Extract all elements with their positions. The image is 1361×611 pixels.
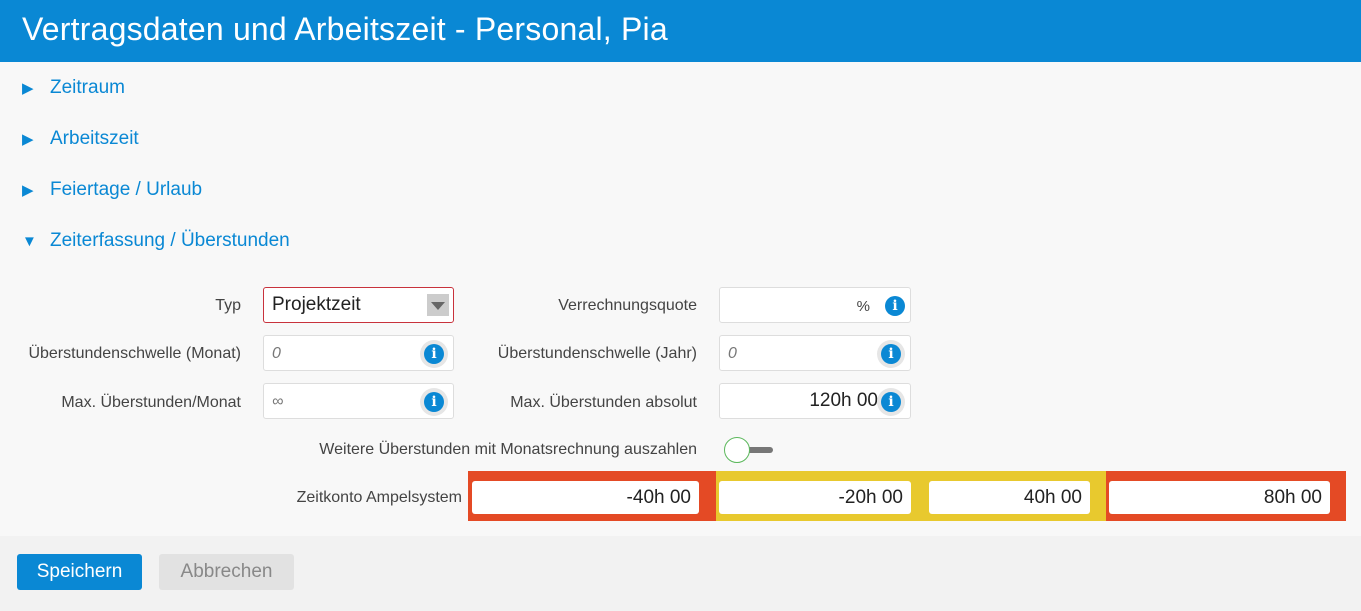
ampel-input-1[interactable] [472,481,699,514]
info-icon[interactable]: i [881,392,901,412]
verrechnungsquote-input[interactable] [720,288,910,322]
section-label: Zeitraum [50,77,125,98]
save-button[interactable]: Speichern [17,554,142,590]
typ-selected-value: Projektzeit [272,294,361,315]
section-zeiterfassung-ueberstunden[interactable]: ▼ Zeiterfassung / Überstunden [22,226,290,256]
ampel-segment-red-right [1106,471,1346,521]
percent-unit: % [856,298,870,315]
ampel-input-3[interactable] [929,481,1090,514]
schwelle-jahr-label: Überstundenschwelle (Jahr) [497,345,697,362]
ampel-input-4[interactable] [1109,481,1330,514]
page-header: Vertragsdaten und Arbeitszeit - Personal… [0,0,1361,62]
ampel-field[interactable] [719,481,911,514]
section-feiertage-urlaub[interactable]: ▶ Feiertage / Urlaub [22,175,202,205]
typ-label: Typ [215,297,241,314]
ampel-segment-yellow [716,471,1106,521]
schwelle-jahr-field[interactable]: i [719,335,911,371]
expanded-arrow-icon: ▼ [22,232,37,250]
ampel-segment-red-left [468,471,716,521]
auszahlen-toggle[interactable] [723,436,775,464]
typ-select[interactable]: Projektzeit [263,287,454,323]
section-label: Zeiterfassung / Überstunden [50,230,290,251]
collapsed-arrow-icon: ▶ [22,80,34,97]
section-label: Feiertage / Urlaub [50,179,203,200]
ampel-input-2[interactable] [719,481,911,514]
ampel-field[interactable] [472,481,699,514]
max-absolut-label: Max. Überstunden absolut [510,394,697,411]
section-zeitraum[interactable]: ▶ Zeitraum [22,73,125,103]
ampel-field[interactable] [1109,481,1330,514]
auszahlen-label: Weitere Überstunden mit Monatsrechnung a… [319,441,697,458]
info-icon[interactable]: i [424,344,444,364]
ampel-field[interactable] [929,481,1090,514]
ampel-label: Zeitkonto Ampelsystem [296,489,462,506]
info-icon[interactable]: i [424,392,444,412]
section-arbeitszeit[interactable]: ▶ Arbeitszeit [22,124,139,154]
schwelle-monat-label: Überstundenschwelle (Monat) [28,345,241,362]
collapsed-arrow-icon: ▶ [22,182,34,199]
verrechnungsquote-label: Verrechnungsquote [558,297,697,314]
schwelle-monat-field[interactable]: i [263,335,454,371]
collapsed-arrow-icon: ▶ [22,131,34,148]
cancel-button[interactable]: Abbrechen [159,554,294,590]
verrechnungsquote-field[interactable]: % i [719,287,911,323]
page-title: Vertragsdaten und Arbeitszeit - Personal… [22,11,668,47]
toggle-knob[interactable] [724,437,750,463]
chevron-down-icon[interactable] [427,294,449,316]
max-monat-field[interactable]: i [263,383,454,419]
info-icon[interactable]: i [881,344,901,364]
max-monat-label: Max. Überstunden/Monat [61,394,241,411]
info-icon[interactable]: i [885,296,905,316]
max-absolut-field[interactable]: i [719,383,911,419]
section-label: Arbeitszeit [50,128,139,149]
